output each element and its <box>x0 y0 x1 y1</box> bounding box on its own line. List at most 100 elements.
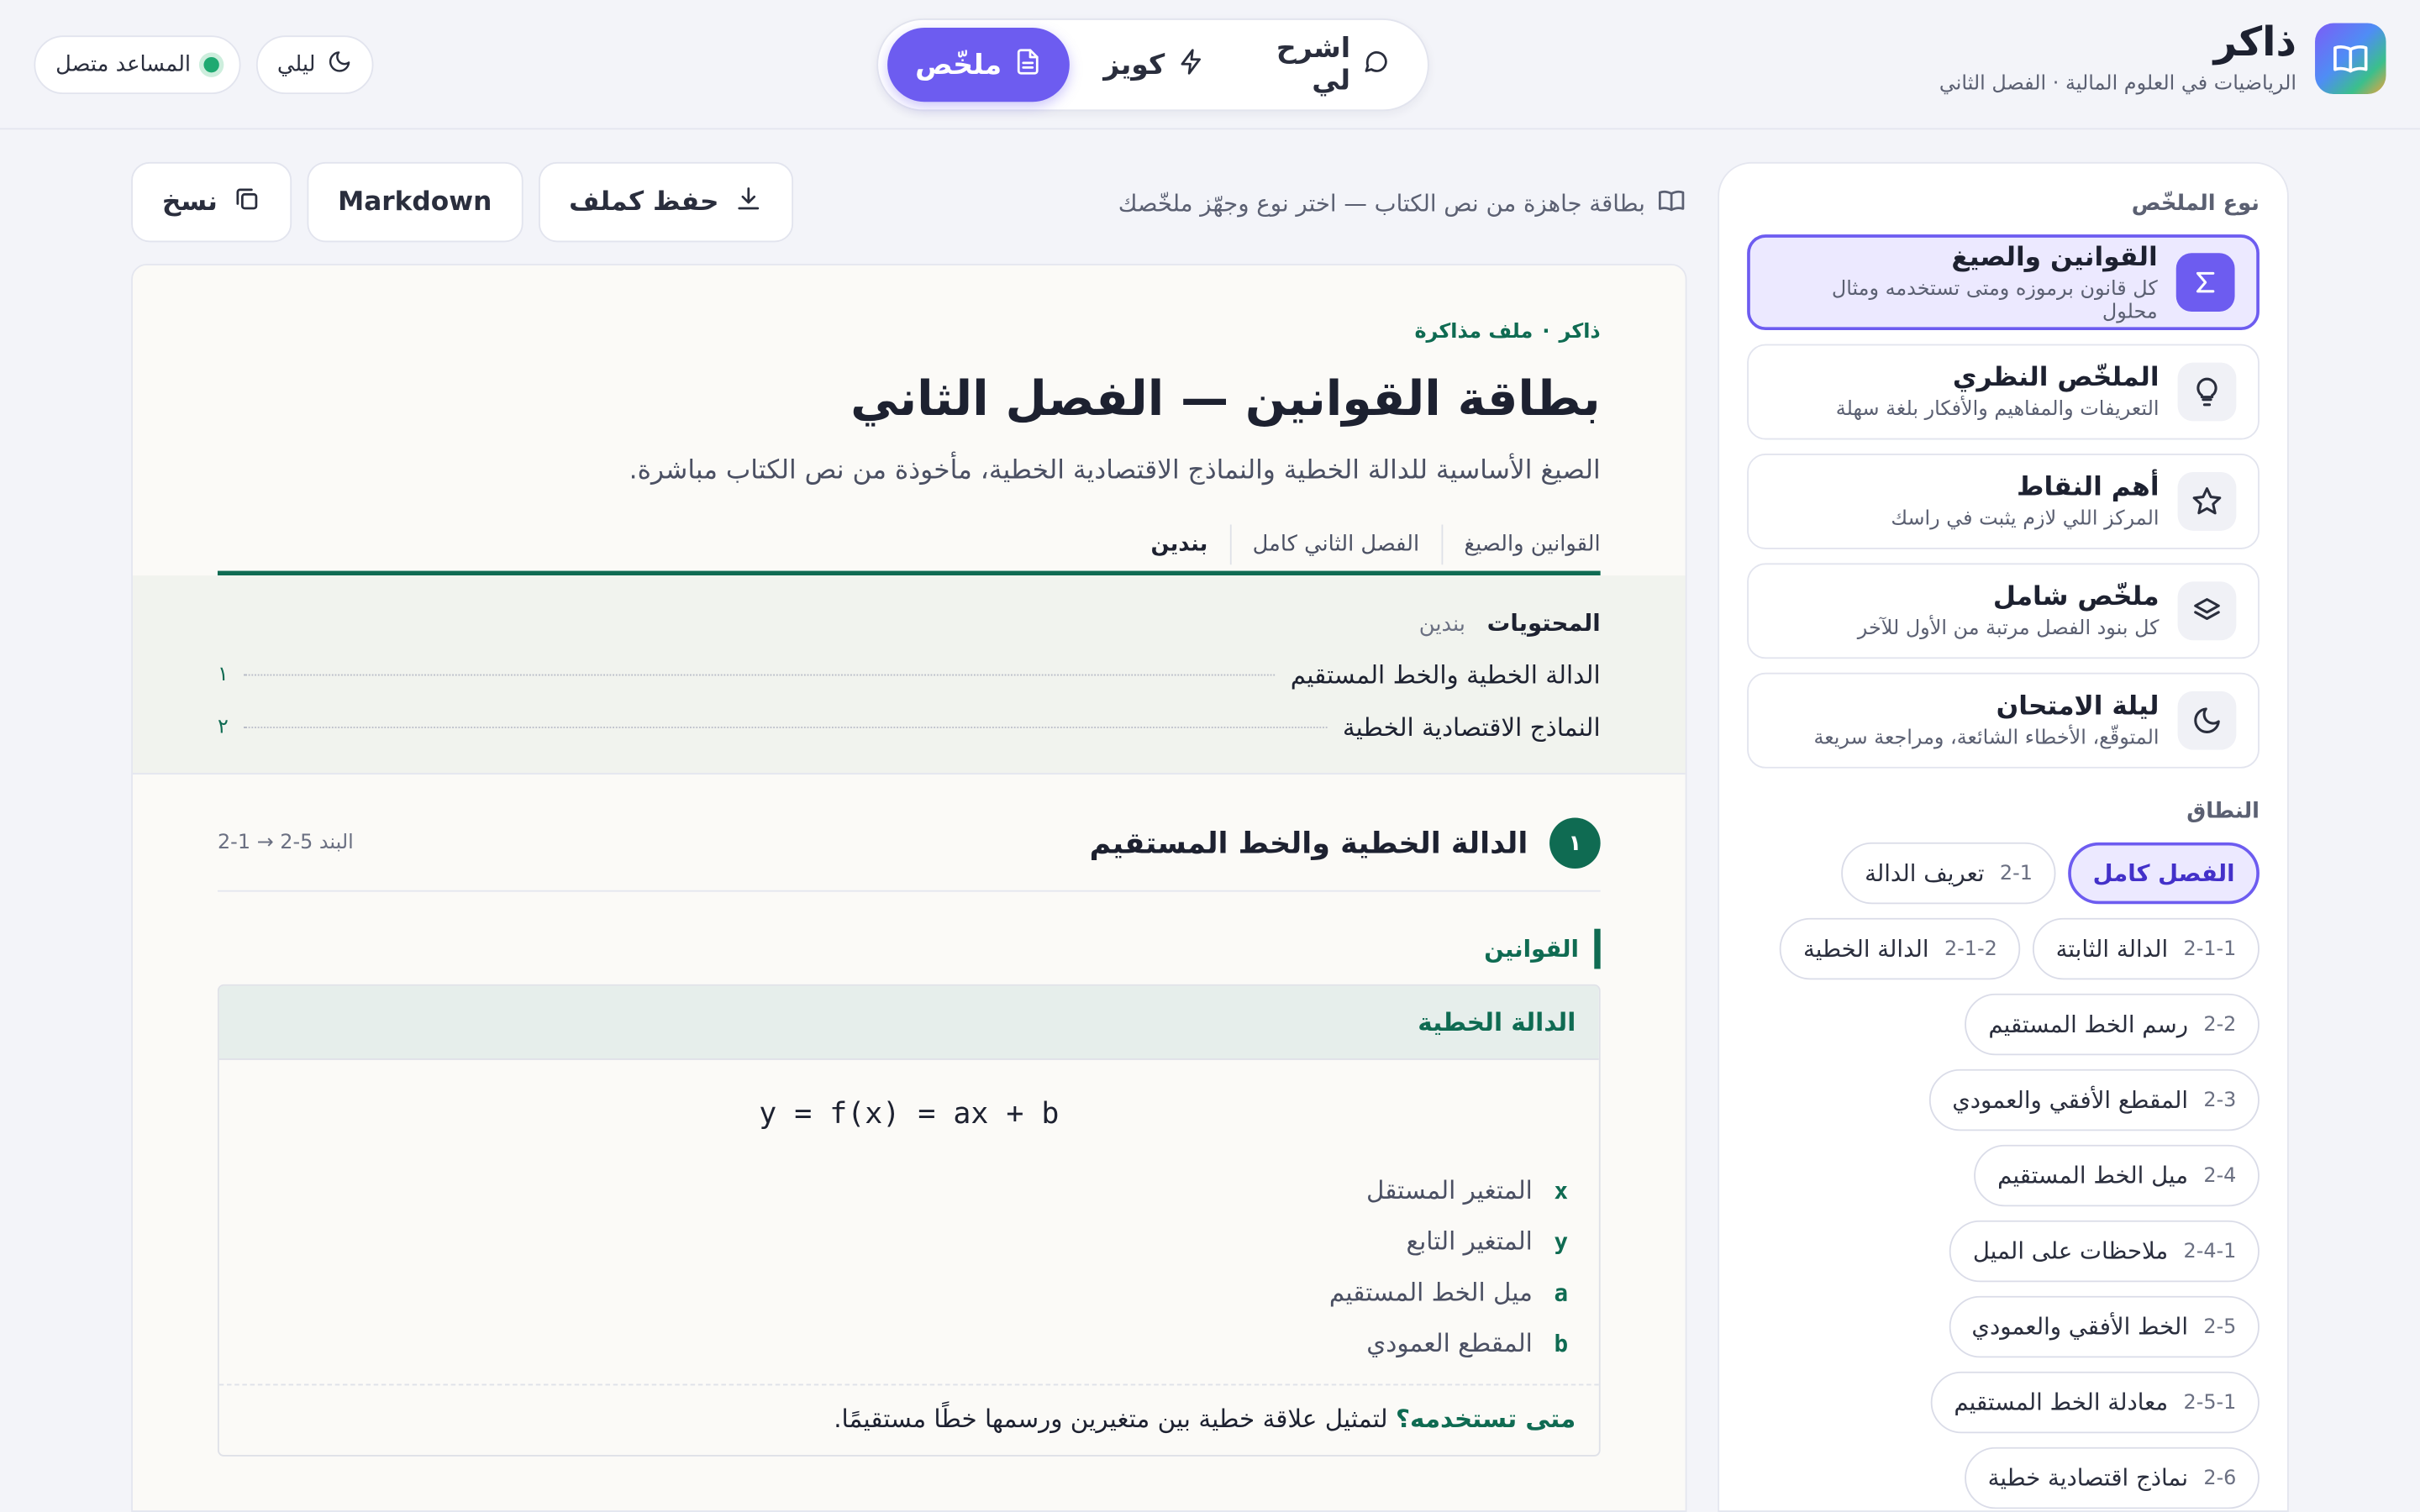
chip-num: 2-1-1 <box>2183 937 2237 961</box>
summary-document: ذاكر · ملف مذاكرة بطاقة القوانين — الفصل… <box>131 264 1687 1512</box>
toc-count: بندين <box>1418 612 1465 638</box>
toc-leader <box>244 727 1328 728</box>
when-text: لتمثيل علاقة خطية بين متغيرين ورسمها خطً… <box>834 1404 1388 1434</box>
mode-summary-label: ملخّص <box>915 48 1002 81</box>
mode-switcher: اشرح لي كويز ملخّص <box>876 18 1429 112</box>
section-header: ١ الدالة الخطية والخط المستقيم البند 5-2… <box>217 817 1601 892</box>
scope-chip[interactable]: 2-2 رسم الخط المستقيم <box>1965 993 2260 1056</box>
assistant-status[interactable]: المساعد متصل <box>34 35 240 95</box>
chip-label: نماذج اقتصادية خطية <box>1987 1464 2189 1493</box>
layers-icon <box>2177 581 2237 641</box>
lightbulb-icon <box>2177 362 2237 422</box>
variable-desc: المتغير المستقل <box>1365 1175 1533 1205</box>
lightning-icon <box>1177 47 1205 82</box>
chip-label: الدالة الثابتة <box>2055 935 2169 963</box>
chip-num: 2-5-1 <box>2183 1390 2237 1415</box>
scope-chip[interactable]: 2-6 نماذج اقتصادية خطية <box>1965 1446 2260 1509</box>
type-card-theory[interactable]: الملخّص النظري التعريفات والمفاهيم والأف… <box>1747 344 2260 440</box>
save-file-button[interactable]: حفظ كملف <box>538 161 793 243</box>
chip-label: الدالة الخطية <box>1802 935 1929 963</box>
mode-explain-label: اشرح لي <box>1276 32 1351 97</box>
copy-icon <box>233 184 260 219</box>
meta-tag-scope: الفصل الثاني كامل <box>1229 523 1441 564</box>
type-card-key-points[interactable]: أهم النقاط المركز اللي لازم يثبت في راسك <box>1747 453 2260 549</box>
type-card-title: ملخّص شامل <box>1992 581 2160 613</box>
markdown-button-label: Markdown <box>338 186 492 218</box>
content-note-text: بطاقة جاهزة من نص الكتاب — اختر نوع وجهّ… <box>1118 189 1645 218</box>
summary-options-sidebar: نوع الملخّص القوانين والصيغ كل قانون برم… <box>1718 161 2289 1512</box>
star-icon <box>2177 472 2237 531</box>
open-book-icon <box>1658 186 1686 220</box>
chip-label: تعريف الدالة <box>1865 859 1985 888</box>
scope-chip[interactable]: 2-1-1 الدالة الثابتة <box>2033 917 2260 980</box>
sigma-icon <box>2175 253 2235 312</box>
scope-chip[interactable]: 2-4 ميل الخط المستقيم <box>1974 1144 2260 1207</box>
eyebrow-kind: ملف مذاكرة <box>1414 321 1534 344</box>
scope-chip[interactable]: 2-4-1 ملاحظات على الميل <box>1949 1220 2260 1283</box>
scope-chip-full-chapter[interactable]: الفصل كامل <box>2068 842 2260 905</box>
scope-chip[interactable]: 2-5 الخط الأفقي والعمودي <box>1948 1295 2260 1358</box>
chip-num: 2-3 <box>2203 1088 2237 1112</box>
toc-item-label: النماذج الاقتصادية الخطية <box>1342 712 1601 743</box>
variable-desc: ميل الخط المستقيم <box>1328 1277 1533 1307</box>
app-name: ذاكر <box>2213 19 2297 66</box>
chip-num: 2-4 <box>2203 1163 2237 1188</box>
toc-leader <box>244 674 1276 676</box>
scope-chip[interactable]: 2-1 تعريف الدالة <box>1841 842 2056 905</box>
law-card: الدالة الخطية y = f(x) = ax + b x المتغي… <box>217 984 1601 1457</box>
download-icon <box>734 184 762 219</box>
type-card-desc: كل بنود الفصل مرتبة من الأول للآخر <box>1857 617 2160 641</box>
save-file-label: حفظ كملف <box>569 186 719 218</box>
toc-item[interactable]: النماذج الاقتصادية الخطية ٢ <box>218 713 1601 743</box>
chip-num: 2-2 <box>2203 1012 2237 1037</box>
law-title: الدالة الخطية <box>218 985 1599 1060</box>
chip-label: المقطع الأفقي والعمودي <box>1952 1086 2189 1115</box>
law-variables: x المتغير المستقل y المتغير التابع a ميل… <box>242 1165 1576 1368</box>
mode-explain[interactable]: اشرح لي <box>1239 28 1418 102</box>
section-title: الدالة الخطية والخط المستقيم <box>1089 826 1528 860</box>
type-card-title: القوانين والصيغ <box>1951 241 2158 273</box>
doc-eyebrow: ذاكر · ملف مذاكرة <box>218 321 1601 344</box>
variable-desc: المقطع العمودي <box>1366 1328 1533 1358</box>
type-card-title: ليلة الامتحان <box>1996 690 2160 722</box>
markdown-button[interactable]: Markdown <box>307 161 523 243</box>
variable-symbol: y <box>1554 1227 1569 1256</box>
mode-summary[interactable]: ملخّص <box>887 28 1070 102</box>
type-card-comprehensive[interactable]: ملخّص شامل كل بنود الفصل مرتبة من الأول … <box>1747 563 2260 659</box>
scope-chip[interactable]: 2-5-1 معادلة الخط المستقيم <box>1930 1371 2260 1434</box>
variable-row: x المتغير المستقل <box>242 1165 1576 1216</box>
variable-desc: المتغير التابع <box>1406 1226 1533 1257</box>
document-icon <box>1014 47 1042 82</box>
section-number: ١ <box>1549 817 1601 869</box>
header-actions: المساعد متصل ليلي <box>34 35 375 95</box>
type-card-formulas[interactable]: القوانين والصيغ كل قانون برموزه ومتى تست… <box>1747 234 2260 331</box>
summary-type-heading: نوع الملخّص <box>2131 191 2260 217</box>
variable-symbol: b <box>1554 1329 1569 1357</box>
theme-toggle-button[interactable]: ليلي <box>255 35 375 95</box>
scope-chip[interactable]: 2-3 المقطع الأفقي والعمودي <box>1928 1068 2260 1131</box>
toc-item[interactable]: الدالة الخطية والخط المستقيم ١ <box>218 660 1601 690</box>
scope-heading: النطاق <box>2186 799 2260 824</box>
type-card-title: الملخّص النظري <box>1952 362 2160 394</box>
variable-row: y المتغير التابع <box>242 1215 1576 1267</box>
type-card-exam-night[interactable]: ليلة الامتحان المتوقّع، الأخطاء الشائعة،… <box>1747 672 2260 769</box>
type-card-desc: المركز اللي لازم يثبت في راسك <box>1891 507 2160 531</box>
mode-quiz[interactable]: كويز <box>1076 28 1233 102</box>
doc-subtitle: الصيغ الأساسية للدالة الخطية والنماذج ال… <box>629 454 1601 486</box>
scope-chip[interactable]: 2-1-2 الدالة الخطية <box>1780 917 2021 980</box>
brand[interactable]: ذاكر الرياضيات في العلوم المالية · الفصل… <box>1939 22 2386 95</box>
laws-heading: القوانين <box>218 928 1601 969</box>
meta-tag-type: القوانين والصيغ <box>1440 523 1601 564</box>
variable-row: a ميل الخط المستقيم <box>242 1267 1576 1318</box>
chip-label: الفصل كامل <box>2092 859 2235 888</box>
law-when-to-use: متى تستخدمه؟ لتمثيل علاقة خطية بين متغير… <box>218 1383 1599 1455</box>
app-subtitle: الرياضيات في العلوم المالية · الفصل الثا… <box>1939 71 2297 96</box>
eyebrow-brand: ذاكر <box>1559 321 1601 344</box>
law-formula: y = f(x) = ax + b <box>759 1096 1060 1131</box>
doc-meta-tabs: القوانين والصيغ الفصل الثاني كامل بندين <box>217 517 1601 576</box>
mode-quiz-label: كويز <box>1103 48 1165 81</box>
chip-num: 2-1-2 <box>1944 937 1997 961</box>
section-range: البند 5-2 → 1-2 <box>217 831 354 855</box>
copy-button[interactable]: نسخ <box>131 161 292 243</box>
variable-row: b المقطع العمودي <box>242 1318 1576 1369</box>
